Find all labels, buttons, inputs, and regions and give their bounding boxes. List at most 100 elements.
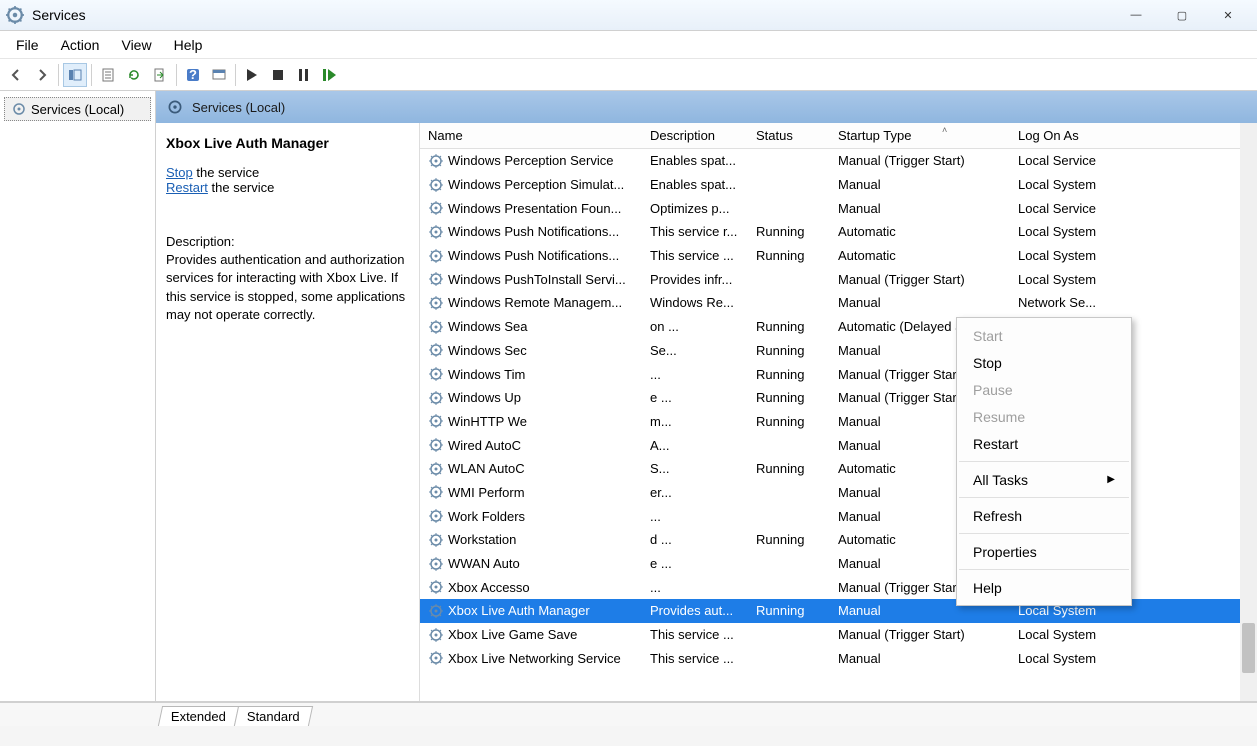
service-desc: This service r... [642, 224, 748, 239]
service-name: Wired AutoC [448, 438, 521, 453]
column-description[interactable]: Description [642, 123, 748, 148]
context-menu-properties[interactable]: Properties [957, 538, 1131, 565]
menu-separator [959, 497, 1129, 498]
service-row[interactable]: Xbox Live Networking ServiceThis service… [420, 646, 1257, 670]
stop-link[interactable]: Stop [166, 165, 193, 180]
menubar: File Action View Help [0, 31, 1257, 59]
context-menu-all-tasks[interactable]: All Tasks▶ [957, 466, 1131, 493]
service-status: Running [748, 414, 830, 429]
pause-service-button[interactable] [292, 63, 316, 87]
tab-extended[interactable]: Extended [158, 706, 239, 726]
export-button[interactable] [148, 63, 172, 87]
menu-help[interactable]: Help [164, 33, 213, 57]
service-desc: e ... [642, 556, 748, 571]
help-button[interactable]: ? [181, 63, 205, 87]
action-stop: Stop the service [166, 165, 409, 180]
service-logon: Local System [1010, 177, 1140, 192]
service-name: Windows Push Notifications... [448, 248, 619, 263]
service-name: Xbox Live Auth Manager [448, 603, 590, 618]
forward-button[interactable] [30, 63, 54, 87]
services-icon [11, 101, 27, 117]
service-logon: Local Service [1010, 201, 1140, 216]
service-desc: This service ... [642, 651, 748, 666]
service-name: Xbox Accesso [448, 580, 530, 595]
tab-standard[interactable]: Standard [234, 706, 313, 726]
column-status[interactable]: Status [748, 123, 830, 148]
service-startup: Manual (Trigger Start) [830, 272, 1010, 287]
service-row[interactable]: Xbox Live Game SaveThis service ...Manua… [420, 623, 1257, 647]
service-name: WMI Perform [448, 485, 525, 500]
service-row[interactable]: Windows Presentation Foun... Optimizes p.… [420, 196, 1257, 220]
services-icon [166, 98, 184, 116]
service-name: Windows Presentation Foun... [448, 201, 621, 216]
service-desc: on ... [642, 319, 748, 334]
start-service-button[interactable] [240, 63, 264, 87]
service-row[interactable]: Windows Perception ServiceEnables spat..… [420, 149, 1257, 173]
context-menu-resume: Resume [957, 403, 1131, 430]
service-name: Windows Remote Managem... [448, 295, 622, 310]
service-row[interactable]: Windows Perception Simulat...Enables spa… [420, 173, 1257, 197]
description-label: Description: [166, 233, 409, 251]
context-menu-refresh[interactable]: Refresh [957, 502, 1131, 529]
service-startup: Manual [830, 651, 1010, 666]
restart-service-button[interactable] [318, 63, 342, 87]
service-name: Windows Tim [448, 367, 525, 382]
minimize-button[interactable]: — [1113, 0, 1159, 30]
menu-separator [959, 461, 1129, 462]
context-menu-restart[interactable]: Restart [957, 430, 1131, 457]
service-status: Running [748, 343, 830, 358]
menu-view[interactable]: View [111, 33, 161, 57]
service-startup: Automatic [830, 224, 1010, 239]
service-desc: Provides aut... [642, 603, 748, 618]
statusbar [0, 726, 1257, 746]
service-desc: A... [642, 438, 748, 453]
service-name: Xbox Live Game Save [448, 627, 577, 642]
pane-header: Services (Local) [156, 91, 1257, 123]
scrollbar[interactable] [1240, 123, 1257, 701]
view-tabs: Extended Standard [0, 702, 1257, 726]
service-row[interactable]: Windows Push Notifications... This servic… [420, 220, 1257, 244]
show-hide-tree-button[interactable] [63, 63, 87, 87]
stop-service-button[interactable] [266, 63, 290, 87]
service-row[interactable]: Windows Remote Managem...Windows Re...Ma… [420, 291, 1257, 315]
service-row[interactable]: Windows PushToInstall Servi...Provides i… [420, 267, 1257, 291]
toolbar: ? [0, 59, 1257, 91]
context-menu-help[interactable]: Help [957, 574, 1131, 601]
sort-indicator-icon: ˄ [942, 125, 947, 135]
action-restart: Restart the service [166, 180, 409, 195]
maximize-button[interactable]: ▢ [1159, 0, 1205, 30]
menu-file[interactable]: File [6, 33, 49, 57]
service-name: Windows Up [448, 390, 521, 405]
service-logon: Local System [1010, 248, 1140, 263]
service-logon: Network Se... [1010, 295, 1140, 310]
column-name[interactable]: Name [420, 123, 642, 148]
console-button[interactable] [207, 63, 231, 87]
service-desc: Optimizes p... [642, 201, 748, 216]
context-menu-start: Start [957, 322, 1131, 349]
tree-root[interactable]: Services (Local) [4, 97, 151, 121]
service-row[interactable]: Windows Push Notifications...This servic… [420, 244, 1257, 268]
description-text: Provides authentication and authorizatio… [166, 251, 409, 324]
service-desc: e ... [642, 390, 748, 405]
restart-link[interactable]: Restart [166, 180, 208, 195]
service-desc: m... [642, 414, 748, 429]
service-name: Work Folders [448, 509, 525, 524]
service-desc: This service ... [642, 627, 748, 642]
service-status: Running [748, 248, 830, 263]
service-name: WWAN Auto [448, 556, 520, 571]
scrollbar-thumb[interactable] [1242, 623, 1255, 673]
svg-text:?: ? [189, 68, 197, 82]
column-logon[interactable]: Log On As [1010, 123, 1140, 148]
context-menu-stop[interactable]: Stop [957, 349, 1131, 376]
tree-label: Services (Local) [31, 102, 124, 117]
service-name: Windows Push Notifications... [448, 224, 619, 239]
properties-button[interactable] [96, 63, 120, 87]
back-button[interactable] [4, 63, 28, 87]
column-startup[interactable]: Startup Type [830, 123, 1010, 148]
close-button[interactable]: ✕ [1205, 0, 1251, 30]
service-name: Workstation [448, 532, 516, 547]
menu-action[interactable]: Action [51, 33, 110, 57]
refresh-button[interactable] [122, 63, 146, 87]
service-logon: Local System [1010, 224, 1140, 239]
window-title: Services [32, 7, 86, 23]
